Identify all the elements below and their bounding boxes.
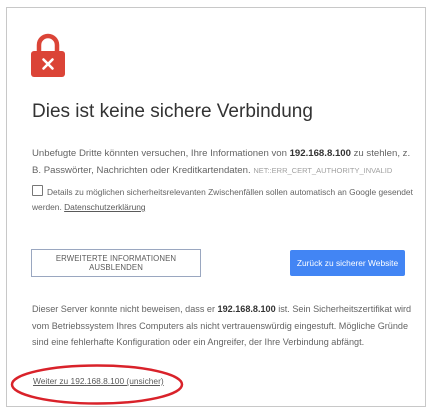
page-title: Dies ist keine sichere Verbindung [32, 101, 313, 122]
details-text: Dieser Server konnte nicht beweisen, das… [32, 304, 412, 347]
lock-icon [31, 33, 65, 77]
details-host-name: 192.168.8.100 [217, 304, 276, 314]
report-option: Details zu möglichen sicherheitsrelevant… [32, 185, 424, 215]
error-code: NET::ERR_CERT_AUTHORITY_INVALID [253, 166, 393, 175]
checkbox-icon[interactable] [32, 185, 43, 196]
back-to-safety-button[interactable]: Zurück zu sicherer Website [290, 250, 405, 276]
hide-advanced-button[interactable]: ERWEITERTE INFORMATIONEN AUSBLENDEN [31, 249, 201, 277]
host-name: 192.168.8.100 [289, 148, 351, 159]
intro-text: Unbefugte Dritte könnten versuchen, Ihre… [32, 148, 411, 176]
annotation-circle [10, 364, 184, 405]
privacy-policy-link[interactable]: Datenschutzerklärung [64, 202, 145, 212]
